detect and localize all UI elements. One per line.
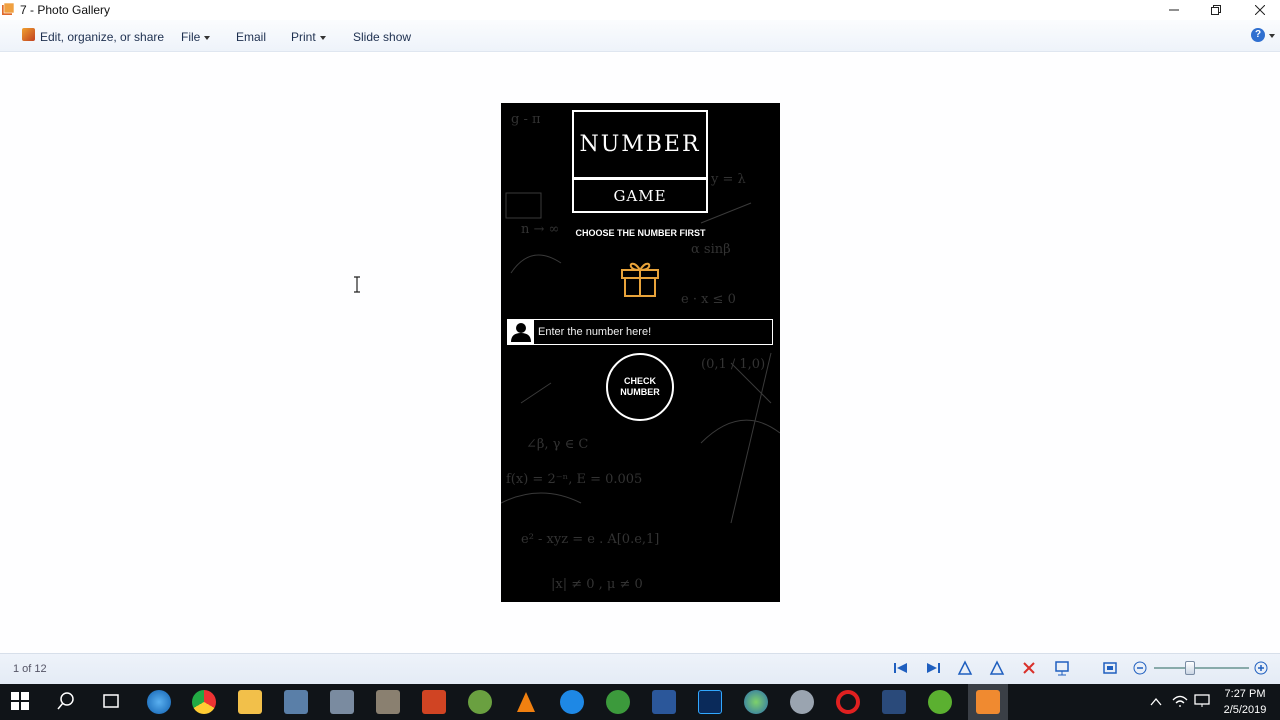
slide-show-button[interactable]: Slide show <box>353 30 411 44</box>
settings-app-icon[interactable] <box>790 690 814 714</box>
app-icon-4[interactable] <box>882 690 906 714</box>
minimize-icon <box>1169 9 1179 11</box>
search-icon[interactable] <box>56 691 76 711</box>
app-icon-3[interactable] <box>376 690 400 714</box>
delete-icon[interactable] <box>1021 660 1037 676</box>
close-icon <box>1255 5 1265 15</box>
check-number-button[interactable]: CHECK NUMBER <box>606 353 674 421</box>
svg-text:α sinβ: α sinβ <box>691 242 731 257</box>
file-explorer-icon[interactable] <box>238 690 262 714</box>
task-view-icon[interactable] <box>101 691 121 711</box>
restore-icon <box>1211 5 1221 15</box>
logo-title-top: NUMBER <box>572 110 708 179</box>
monitor-icon[interactable] <box>1194 694 1210 708</box>
photoshop-icon[interactable] <box>698 690 722 714</box>
edit-share-icon[interactable] <box>22 28 35 41</box>
chevron-up-icon[interactable] <box>1150 697 1162 707</box>
next-icon[interactable] <box>925 660 941 676</box>
svg-text:(0,1 / 1,0): (0,1 / 1,0) <box>701 357 765 372</box>
window-title: 7 - Photo Gallery <box>20 3 111 17</box>
zoom-slider-track[interactable] <box>1154 667 1249 669</box>
edit-organize-share-button[interactable]: Edit, organize, or share <box>40 30 164 44</box>
zoom-in-icon[interactable] <box>1254 661 1268 675</box>
photo-image: α sinβ y = λ e² - xyz = e . A[0.e,1] f(x… <box>501 103 780 602</box>
svg-text:y = λ: y = λ <box>710 172 746 187</box>
globe-app-icon[interactable] <box>744 690 768 714</box>
zoom-slider-thumb[interactable] <box>1185 661 1195 675</box>
fit-to-window-icon[interactable] <box>1102 660 1118 676</box>
user-glyph-icon <box>511 323 531 342</box>
app-icon-2[interactable] <box>330 690 354 714</box>
file-menu[interactable]: File <box>181 30 211 44</box>
slideshow-icon[interactable] <box>1054 660 1070 676</box>
status-bar: 1 of 12 <box>0 653 1280 684</box>
svg-text:f(x) = 2⁻ⁿ, E = 0.005: f(x) = 2⁻ⁿ, E = 0.005 <box>506 472 642 487</box>
help-icon[interactable]: ? <box>1251 28 1265 42</box>
minimize-button[interactable] <box>1154 0 1194 20</box>
rotate-left-icon[interactable] <box>957 660 973 676</box>
email-button[interactable]: Email <box>236 30 266 44</box>
help-chevron-down-icon[interactable] <box>1269 34 1275 38</box>
utorrent-icon[interactable] <box>928 690 952 714</box>
powerpoint-icon[interactable] <box>422 690 446 714</box>
close-button[interactable] <box>1240 0 1280 20</box>
opera-icon[interactable] <box>836 690 860 714</box>
text-cursor-icon <box>354 276 360 293</box>
svg-text:∠β, γ ∈ C: ∠β, γ ∈ C <box>526 437 588 452</box>
chevron-down-icon <box>319 35 326 40</box>
word-icon[interactable] <box>652 690 676 714</box>
print-menu[interactable]: Print <box>291 30 326 44</box>
photo-gallery-taskbar-icon[interactable] <box>976 690 1000 714</box>
page-count: 1 of 12 <box>13 663 47 675</box>
gift-icon <box>621 262 659 297</box>
chrome-icon[interactable] <box>192 690 216 714</box>
chevron-down-icon <box>204 35 211 40</box>
svg-text:g - π: g - π <box>511 112 541 127</box>
windows-start-icon[interactable] <box>10 691 30 711</box>
number-input[interactable] <box>538 320 770 344</box>
edge-icon[interactable] <box>147 690 171 714</box>
subtitle-text: CHOOSE THE NUMBER FIRST <box>575 228 706 238</box>
title-bar: 7 - Photo Gallery <box>0 0 1280 20</box>
restore-button[interactable] <box>1196 0 1236 20</box>
photo-gallery-app-icon <box>2 3 14 15</box>
number-input-container <box>507 319 773 345</box>
svg-text:|x| ≠ 0 , μ ≠ 0: |x| ≠ 0 , μ ≠ 0 <box>551 577 643 592</box>
svg-text:e² - xyz = e . A[0.e,1]: e² - xyz = e . A[0.e,1] <box>521 532 659 547</box>
zoom-out-icon[interactable] <box>1133 661 1147 675</box>
logo-title-bottom: GAME <box>572 178 708 213</box>
android-icon[interactable] <box>468 690 492 714</box>
vlc-icon[interactable] <box>514 690 538 714</box>
print-menu-label: Print <box>291 30 316 44</box>
app-icon-1[interactable] <box>284 690 308 714</box>
sync-app-icon[interactable] <box>560 690 584 714</box>
clock-time[interactable]: 7:27 PM <box>1215 688 1275 700</box>
network-icon[interactable] <box>1172 694 1188 708</box>
previous-icon[interactable] <box>893 660 909 676</box>
user-icon <box>508 320 534 344</box>
green-app-icon[interactable] <box>606 690 630 714</box>
clock-date[interactable]: 2/5/2019 <box>1215 704 1275 716</box>
file-menu-label: File <box>181 30 201 44</box>
svg-text:e · x ≤ 0: e · x ≤ 0 <box>681 292 736 307</box>
rotate-right-icon[interactable] <box>989 660 1005 676</box>
